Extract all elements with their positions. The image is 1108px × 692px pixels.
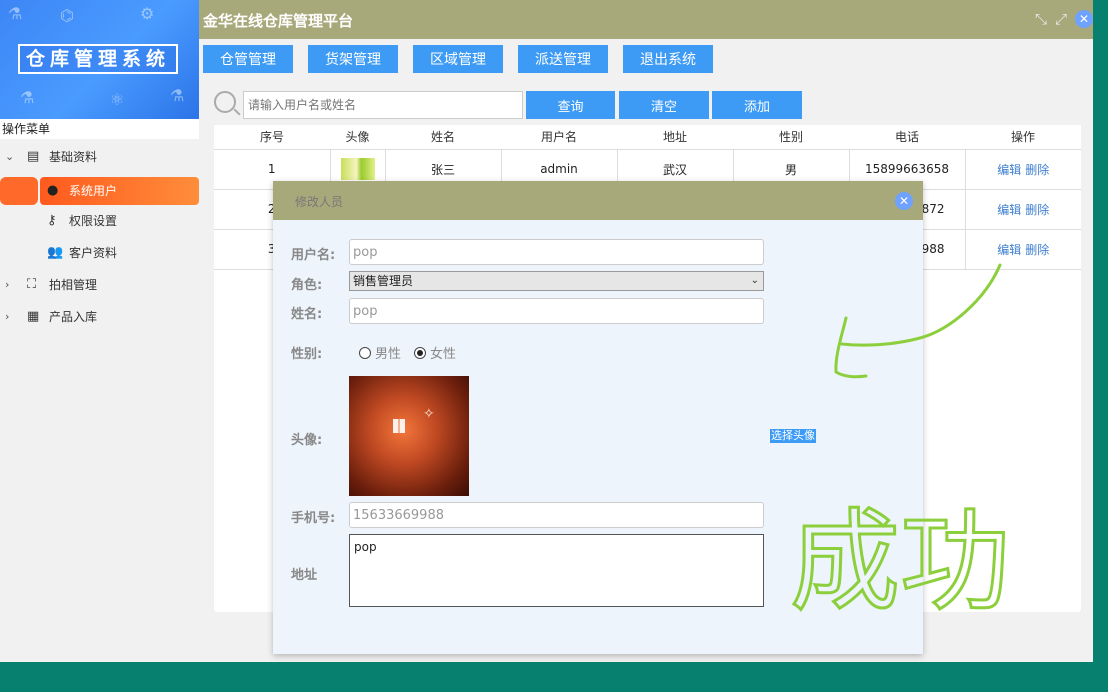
radio-circle-selected bbox=[414, 347, 426, 359]
sidebar-group-label: 拍相管理 bbox=[49, 278, 98, 292]
logo-banner: ⚗ ⌬ ⚙ ⚗ ⚛ ⚗ 仓库管理系统 bbox=[0, 0, 199, 119]
sparkle-icon: ✧ bbox=[423, 406, 435, 422]
sidebar-group-label: 基础资料 bbox=[49, 150, 98, 164]
avatar-label: 头像: bbox=[291, 433, 323, 448]
sidebar-heading: 操作菜单 bbox=[0, 119, 199, 139]
search-icon bbox=[214, 91, 236, 113]
top-bar: 金华在线仓库管理平台 ⤡ ⤢ ✕ bbox=[199, 0, 1093, 39]
person-frame-icon: ⛶ bbox=[27, 277, 37, 292]
username-field[interactable] bbox=[349, 239, 764, 265]
active-highlight bbox=[40, 177, 199, 205]
column-header: 性别 bbox=[733, 125, 849, 150]
expand-icon[interactable]: ⤢ bbox=[1055, 10, 1067, 28]
sidebar-item-label: 客户资料 bbox=[69, 246, 118, 260]
radio-label: 男性 bbox=[375, 347, 402, 362]
sidebar-group-label: 产品入库 bbox=[49, 310, 98, 324]
nav-warehouse-button[interactable]: 仓管管理 bbox=[203, 45, 293, 73]
radio-circle bbox=[359, 347, 371, 359]
table-header: 序号 头像 姓名 用户名 地址 性别 电话 操作 bbox=[214, 125, 1081, 150]
address-textarea[interactable]: pop bbox=[349, 534, 764, 607]
user-icon: ● bbox=[47, 183, 59, 198]
name-field[interactable] bbox=[349, 298, 764, 324]
phone-label: 手机号: bbox=[291, 511, 336, 526]
username-label: 用户名: bbox=[291, 248, 336, 263]
chevron-down-icon: ⌄ bbox=[5, 150, 15, 163]
nav-shelf-button[interactable]: 货架管理 bbox=[308, 45, 398, 73]
windows-logo-icon bbox=[393, 419, 405, 433]
app-window: ⚗ ⌬ ⚙ ⚗ ⚛ ⚗ 仓库管理系统 金华在线仓库管理平台 ⤡ ⤢ ✕ 仓管管理… bbox=[0, 0, 1093, 662]
radio-label: 女性 bbox=[430, 347, 457, 362]
sidebar-item-label: 系统用户 bbox=[69, 184, 118, 198]
name-label: 姓名: bbox=[291, 307, 323, 322]
role-select-value: 销售管理员 bbox=[353, 274, 414, 288]
edit-link[interactable]: 编辑 bbox=[997, 243, 1021, 257]
column-header: 操作 bbox=[965, 125, 1081, 150]
edit-link[interactable]: 编辑 bbox=[997, 163, 1021, 177]
sidebar-group-stock-in[interactable]: › ▦ 产品入库 bbox=[0, 303, 199, 331]
sidebar-item-customers[interactable]: 👥 客户资料 bbox=[0, 239, 199, 267]
delete-link[interactable]: 删除 bbox=[1025, 163, 1049, 177]
role-select[interactable]: 销售管理员 ⌄ bbox=[349, 271, 764, 291]
column-header: 序号 bbox=[214, 125, 330, 150]
nav-logout-button[interactable]: 退出系统 bbox=[623, 45, 713, 73]
gender-label: 性别: bbox=[291, 347, 323, 362]
sidebar-group-basic[interactable]: ⌄ ▤ 基础资料 bbox=[0, 143, 199, 171]
grid-icon: ▦ bbox=[27, 309, 40, 324]
folder-icon: ▤ bbox=[27, 149, 40, 164]
edit-person-dialog: 修改人员 ✕ 用户名: 角色: 销售管理员 ⌄ 姓名: 性别: 男性 女性 头像… bbox=[273, 181, 923, 654]
collapse-icon[interactable]: ⤡ bbox=[1035, 10, 1047, 28]
sidebar-item-system-users[interactable]: ● 系统用户 bbox=[0, 177, 199, 205]
role-label: 角色: bbox=[291, 278, 323, 293]
choose-avatar-button[interactable]: 选择头像 bbox=[770, 429, 816, 443]
flask-icon: ⚗ bbox=[8, 4, 23, 23]
sidebar-item-permissions[interactable]: ⚷ 权限设置 bbox=[0, 207, 199, 235]
platform-title: 金华在线仓库管理平台 bbox=[203, 12, 354, 30]
delete-link[interactable]: 删除 bbox=[1025, 203, 1049, 217]
edit-link[interactable]: 编辑 bbox=[997, 203, 1021, 217]
close-window-button[interactable]: ✕ bbox=[1075, 10, 1093, 28]
gender-female-radio[interactable]: 女性 bbox=[414, 343, 456, 362]
search-input[interactable] bbox=[243, 91, 523, 119]
address-label: 地址 bbox=[291, 568, 318, 583]
active-indicator bbox=[0, 177, 38, 205]
avatar-preview: ✧ bbox=[349, 376, 469, 496]
atom-icon: ⚛ bbox=[110, 90, 125, 109]
users-icon: 👥 bbox=[47, 245, 64, 260]
cell-actions: 编辑 删除 bbox=[964, 229, 1081, 270]
logo-title: 仓库管理系统 bbox=[18, 44, 178, 74]
delete-link[interactable]: 删除 bbox=[1025, 243, 1049, 257]
cell-actions: 编辑 删除 bbox=[964, 189, 1081, 230]
clear-button[interactable]: 清空 bbox=[619, 91, 709, 119]
chevron-right-icon: › bbox=[5, 310, 10, 323]
add-button[interactable]: 添加 bbox=[712, 91, 802, 119]
gender-male-radio[interactable]: 男性 bbox=[359, 343, 401, 362]
chevron-down-icon: ⌄ bbox=[750, 275, 759, 286]
flask-icon: ⚗ bbox=[20, 88, 35, 107]
column-header: 姓名 bbox=[385, 125, 501, 150]
column-header: 头像 bbox=[330, 125, 385, 150]
avatar bbox=[340, 158, 375, 180]
column-header: 地址 bbox=[617, 125, 733, 150]
dialog-close-button[interactable]: ✕ bbox=[895, 192, 913, 210]
query-button[interactable]: 查询 bbox=[526, 91, 615, 119]
molecule-icon: ⌬ bbox=[60, 6, 74, 25]
flask-icon: ⚗ bbox=[170, 86, 185, 105]
phone-field[interactable] bbox=[349, 502, 764, 528]
sidebar-item-label: 权限设置 bbox=[69, 214, 118, 228]
dialog-title: 修改人员 bbox=[295, 195, 344, 209]
chevron-right-icon: › bbox=[5, 278, 10, 291]
user-key-icon: ⚷ bbox=[47, 213, 57, 228]
sidebar-group-photo[interactable]: › ⛶ 拍相管理 bbox=[0, 271, 199, 299]
nav-area-button[interactable]: 区域管理 bbox=[413, 45, 503, 73]
column-header: 电话 bbox=[849, 125, 965, 150]
column-header: 用户名 bbox=[501, 125, 617, 150]
gear-icon: ⚙ bbox=[140, 4, 155, 23]
nav-delivery-button[interactable]: 派送管理 bbox=[518, 45, 608, 73]
dialog-header: 修改人员 ✕ bbox=[273, 181, 923, 220]
cell-actions: 编辑 删除 bbox=[964, 149, 1081, 190]
